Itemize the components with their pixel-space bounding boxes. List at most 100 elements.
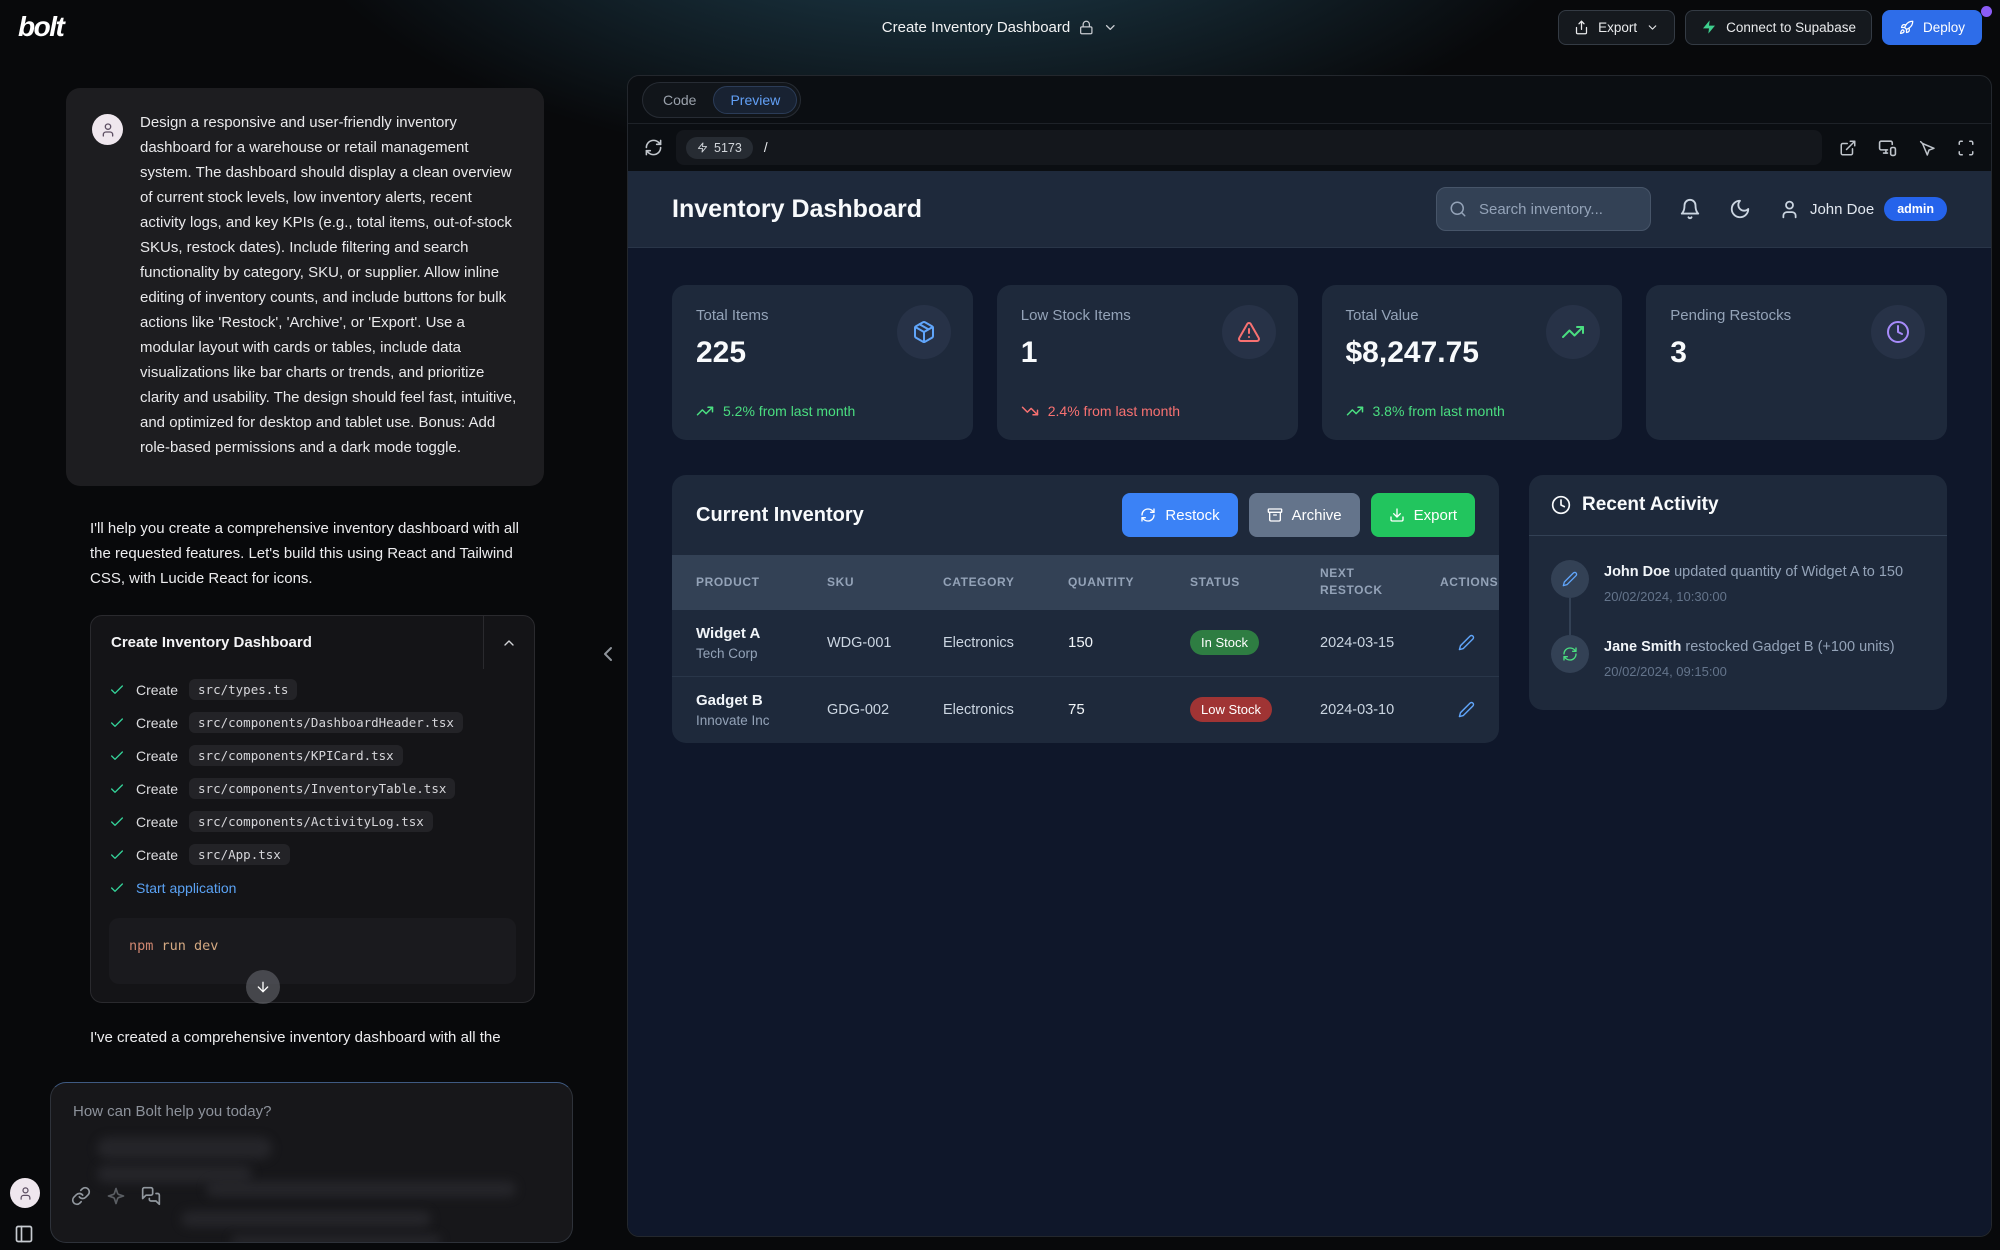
- chevron-down-icon[interactable]: [1103, 20, 1118, 35]
- archive-button[interactable]: Archive: [1249, 493, 1360, 537]
- notifications-bell-icon[interactable]: [1679, 198, 1701, 220]
- quantity-cell[interactable]: 75: [1068, 701, 1190, 718]
- artifact-step: Create src/components/ActivityLog.tsx: [109, 805, 516, 838]
- check-icon: [109, 715, 125, 731]
- artifact-step-start: Start application: [109, 871, 516, 904]
- fullscreen-icon[interactable]: [1957, 139, 1975, 157]
- blurred-suggestion: [206, 1181, 516, 1197]
- open-in-new-tab-icon[interactable]: [1839, 139, 1857, 157]
- artifact-step: Create src/components/KPICard.tsx: [109, 739, 516, 772]
- lock-icon: [1079, 20, 1094, 35]
- address-bar[interactable]: 5173 /: [676, 130, 1822, 165]
- user-menu[interactable]: John Doe admin: [1779, 197, 1947, 221]
- activity-actor: Jane Smith: [1604, 639, 1681, 655]
- step-action: Create: [136, 847, 178, 863]
- sku-cell: WDG-001: [827, 635, 943, 651]
- port-number: 5173: [714, 141, 742, 155]
- product-name: Widget A: [696, 625, 827, 642]
- artifact-step: Create src/App.tsx: [109, 838, 516, 871]
- responsive-devices-icon[interactable]: [1878, 138, 1897, 157]
- refresh-icon: [1140, 507, 1156, 523]
- file-chip[interactable]: src/components/KPICard.tsx: [189, 745, 403, 766]
- export-label: Export: [1598, 20, 1637, 35]
- activity-actor: John Doe: [1604, 564, 1670, 580]
- role-badge: admin: [1884, 197, 1947, 221]
- kpi-card-low-stock: Low Stock Items 1 2.4% from last month: [997, 285, 1298, 440]
- step-action: Create: [136, 814, 178, 830]
- col-sku: SKU: [827, 574, 943, 591]
- artifact-step: Create src/components/DashboardHeader.ts…: [109, 706, 516, 739]
- step-action: Create: [136, 682, 178, 698]
- artifact-collapse-button[interactable]: [483, 616, 534, 669]
- file-chip[interactable]: src/components/DashboardHeader.tsx: [189, 712, 463, 733]
- toggle-sidebar-button[interactable]: [14, 1224, 34, 1244]
- check-icon: [109, 682, 125, 698]
- col-actions: Actions: [1440, 574, 1498, 591]
- col-next-restock: Next Restock: [1320, 565, 1386, 600]
- account-avatar[interactable]: [10, 1178, 40, 1208]
- chat-panel: Design a responsive and user-friendly in…: [50, 66, 560, 1046]
- trending-up-icon: [696, 402, 714, 420]
- search-input[interactable]: [1477, 200, 1631, 219]
- activity-timestamp: 20/02/2024, 09:15:00: [1604, 663, 1895, 682]
- enhance-prompt-icon[interactable]: [106, 1186, 126, 1206]
- file-chip[interactable]: src/components/InventoryTable.tsx: [189, 778, 455, 799]
- quantity-cell[interactable]: 150: [1068, 634, 1190, 651]
- restock-button[interactable]: Restock: [1122, 493, 1237, 537]
- trending-up-icon: [1561, 320, 1585, 344]
- user-icon: [1779, 199, 1800, 220]
- attach-link-icon[interactable]: [71, 1186, 91, 1206]
- supabase-label: Connect to Supabase: [1726, 20, 1856, 35]
- table-row: Widget A Tech Corp WDG-001 Electronics 1…: [672, 610, 1499, 677]
- discussion-mode-icon[interactable]: [141, 1186, 161, 1206]
- blurred-suggestion: [181, 1211, 431, 1227]
- check-icon: [109, 814, 125, 830]
- col-status: Status: [1190, 574, 1320, 591]
- chat-input-box[interactable]: [50, 1082, 573, 1243]
- assistant-intro: I'll help you create a comprehensive inv…: [90, 516, 538, 591]
- col-quantity: Quantity: [1068, 574, 1190, 591]
- collapse-chat-handle[interactable]: [596, 642, 620, 666]
- activity-item: John Doe updated quantity of Widget A to…: [1551, 560, 1925, 635]
- tab-preview[interactable]: Preview: [713, 86, 797, 114]
- port-pill[interactable]: 5173: [686, 137, 753, 159]
- connect-supabase-button[interactable]: Connect to Supabase: [1685, 10, 1872, 45]
- inspector-cursor-icon[interactable]: [1918, 139, 1936, 157]
- port-zap-icon: [697, 142, 708, 153]
- export-button[interactable]: Export: [1558, 10, 1675, 45]
- export-csv-button[interactable]: Export: [1371, 493, 1475, 537]
- reload-icon[interactable]: [644, 138, 663, 157]
- status-badge: Low Stock: [1190, 697, 1272, 722]
- file-chip[interactable]: src/components/ActivityLog.tsx: [189, 811, 433, 832]
- activity-timestamp: 20/02/2024, 10:30:00: [1604, 588, 1903, 607]
- inventory-search[interactable]: [1436, 187, 1651, 231]
- edit-row-button[interactable]: [1458, 634, 1475, 651]
- next-restock-cell: 2024-03-15: [1320, 635, 1440, 651]
- user-icon: [18, 1186, 33, 1201]
- supabase-bolt-icon: [1701, 19, 1717, 35]
- pencil-icon: [1458, 701, 1475, 718]
- kpi-icon-circle: [1871, 305, 1925, 359]
- command-bin: npm: [129, 938, 153, 954]
- edit-row-button[interactable]: [1458, 701, 1475, 718]
- deploy-label: Deploy: [1923, 20, 1965, 35]
- step-action: Create: [136, 748, 178, 764]
- preview-app: Inventory Dashboard John Doe admin Total…: [628, 171, 1991, 1236]
- scroll-to-bottom-button[interactable]: [246, 970, 280, 1004]
- inventory-card: Current Inventory Restock Archive Exp: [672, 475, 1499, 743]
- dark-mode-toggle-icon[interactable]: [1729, 198, 1751, 220]
- terminal-command: npm run dev: [109, 918, 516, 984]
- project-title-menu[interactable]: Create Inventory Dashboard: [882, 19, 1118, 36]
- download-icon: [1389, 507, 1405, 523]
- file-chip[interactable]: src/types.ts: [189, 679, 297, 700]
- next-restock-cell: 2024-03-10: [1320, 702, 1440, 718]
- tab-code[interactable]: Code: [646, 86, 713, 114]
- pencil-icon: [1562, 571, 1578, 587]
- activity-text: updated quantity of Widget A to 150: [1670, 564, 1903, 580]
- file-chip[interactable]: src/App.tsx: [189, 844, 290, 865]
- start-application-link[interactable]: Start application: [136, 880, 236, 896]
- product-supplier: Innovate Inc: [696, 713, 827, 728]
- top-bar: bolt Create Inventory Dashboard Export C…: [0, 0, 2000, 54]
- deploy-button[interactable]: Deploy: [1882, 10, 1982, 45]
- rocket-icon: [1899, 20, 1914, 35]
